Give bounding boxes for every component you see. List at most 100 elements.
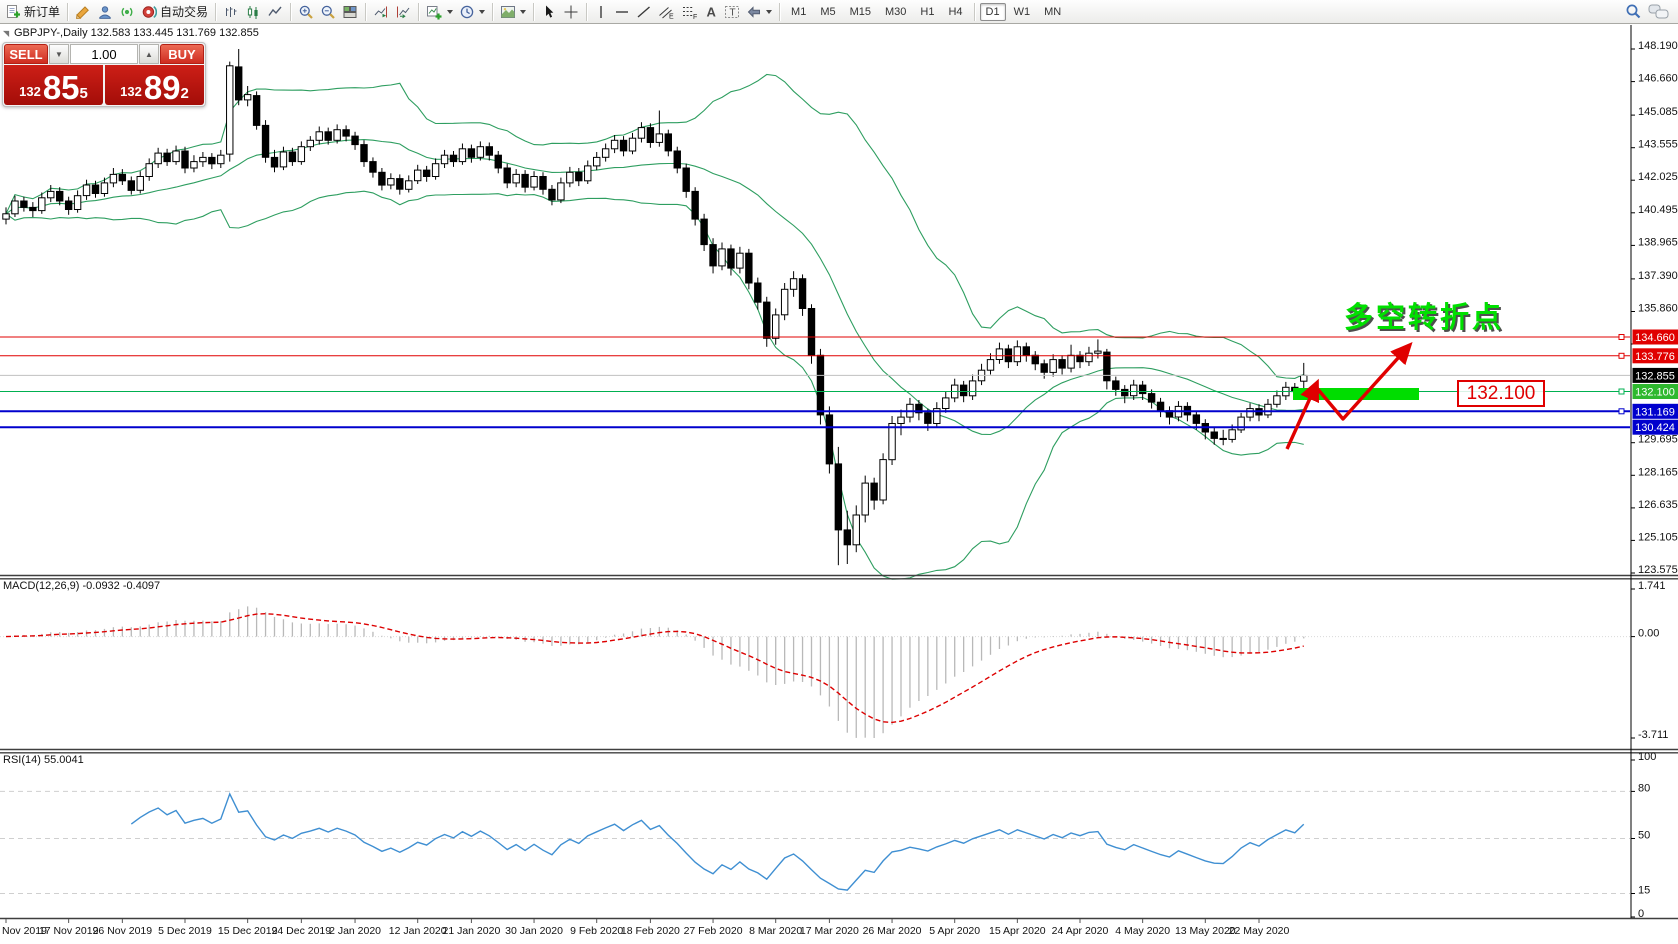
bar-chart-button[interactable] <box>220 3 242 21</box>
cursor-button[interactable] <box>538 3 560 21</box>
svg-text:134.660: 134.660 <box>1635 332 1675 344</box>
shift-chart-button[interactable] <box>392 3 414 21</box>
buy-price-big: 89 <box>144 73 181 103</box>
date-label: 15 Apr 2020 <box>989 925 1046 937</box>
hline-handle[interactable] <box>1619 353 1624 358</box>
timeframe-button-m15[interactable]: M15 <box>844 3 877 21</box>
axis-tick-label: 143.555 <box>1638 139 1678 151</box>
text-icon: A <box>704 4 718 20</box>
timeframe-button-m5[interactable]: M5 <box>814 3 841 21</box>
autotrade-button[interactable]: 自动交易 <box>138 2 211 21</box>
axis-tick-label: 137.390 <box>1638 270 1678 282</box>
profile-button[interactable] <box>94 3 116 21</box>
timeframe-button-w1[interactable]: W1 <box>1008 3 1037 21</box>
axis-tick-label: -3.711 <box>1638 729 1668 741</box>
toolbar-separator <box>67 3 68 21</box>
axis-tick-label: 15 <box>1638 885 1650 897</box>
shift-chart-icon <box>395 4 411 20</box>
axis-tick-label: 126.635 <box>1638 499 1678 511</box>
timeframe-button-mn[interactable]: MN <box>1038 3 1067 21</box>
rsi-line <box>131 794 1303 890</box>
axis-tick-label: 0 <box>1638 908 1644 920</box>
price-label-132.855: 132.855 <box>1633 368 1678 383</box>
axis-tick-label: 135.860 <box>1638 303 1678 315</box>
label-button[interactable]: T <box>721 3 743 21</box>
search-icon[interactable] <box>1625 3 1642 20</box>
bollinger-bands <box>6 75 1304 580</box>
sell-button[interactable]: SELL <box>4 44 48 64</box>
axis-tick-label: 146.660 <box>1638 73 1678 85</box>
hline-handle[interactable] <box>1619 409 1624 414</box>
vline-icon <box>594 4 608 20</box>
shapes-button[interactable] <box>743 3 775 21</box>
timeframe-button-m1[interactable]: M1 <box>785 3 812 21</box>
date-label: 13 May 2020 <box>1175 925 1236 937</box>
zoom-out-button[interactable] <box>317 3 339 21</box>
volume-input[interactable]: 1.00 <box>70 44 138 64</box>
timeframe-button-d1[interactable]: D1 <box>980 3 1006 21</box>
volume-decrease-button[interactable]: ▼ <box>49 44 69 64</box>
community-chat-icon[interactable] <box>1648 3 1670 20</box>
svg-text:132.100: 132.100 <box>1635 387 1675 399</box>
channel-button[interactable]: E <box>655 3 678 21</box>
chevron-down-icon <box>447 10 453 14</box>
axis-tick-label: 145.085 <box>1638 106 1678 118</box>
hline-icon <box>614 4 630 20</box>
hline-handle[interactable] <box>1619 335 1624 340</box>
chart-canvas[interactable]: 148.190146.660145.085143.555142.025140.4… <box>0 0 1678 944</box>
toolbar-separator <box>418 3 419 21</box>
line-chart-button[interactable] <box>264 3 286 21</box>
crosshair-button[interactable] <box>560 3 582 21</box>
crayon-button[interactable] <box>72 3 94 21</box>
periods-button[interactable] <box>456 3 488 21</box>
templates-button[interactable] <box>497 3 529 21</box>
text-button[interactable]: A <box>701 3 721 21</box>
svg-text:131.169: 131.169 <box>1635 406 1675 418</box>
hline-button[interactable] <box>611 3 633 21</box>
fibonacci-button[interactable]: F <box>678 3 701 21</box>
price-tag-132100[interactable]: 132.100 <box>1457 380 1545 407</box>
candlestick-button[interactable] <box>242 3 264 21</box>
add-indicator-button[interactable] <box>423 3 456 21</box>
line-chart-icon <box>267 4 283 20</box>
buy-price-pip: 2 <box>181 85 189 102</box>
chevron-down-icon <box>766 10 772 14</box>
svg-text:F: F <box>693 14 697 20</box>
tile-windows-icon <box>342 4 358 20</box>
date-label: 24 Apr 2020 <box>1052 925 1109 937</box>
vline-button[interactable] <box>591 3 611 21</box>
rsi-label: RSI(14) 55.0041 <box>3 754 84 766</box>
buy-price[interactable]: 132892 <box>105 65 204 105</box>
sell-price[interactable]: 132855 <box>4 65 103 105</box>
profile-cloud-icon <box>97 4 113 20</box>
axis-tick-label: 100 <box>1638 751 1656 763</box>
macd-label: MACD(12,26,9) -0.0932 -0.4097 <box>3 580 160 592</box>
buy-price-figure: 132 <box>120 84 142 99</box>
hline-handle[interactable] <box>1619 389 1624 394</box>
timeframe-button-h1[interactable]: H1 <box>914 3 940 21</box>
signal-button[interactable] <box>116 3 138 21</box>
tile-windows-button[interactable] <box>339 3 361 21</box>
trendline-icon <box>636 4 652 20</box>
date-label: 9 Feb 2020 <box>570 925 623 937</box>
chevron-down-icon: ▼ <box>55 50 63 59</box>
toolbar-separator <box>586 3 587 21</box>
zoom-in-button[interactable] <box>295 3 317 21</box>
trendline-button[interactable] <box>633 3 655 21</box>
buy-button[interactable]: BUY <box>160 44 204 64</box>
chevron-up-icon: ▲ <box>145 50 153 59</box>
timeframe-button-m30[interactable]: M30 <box>879 3 912 21</box>
timeframe-button-h4[interactable]: H4 <box>942 3 968 21</box>
new-order-button[interactable]: 新订单 <box>2 2 63 21</box>
axis-tick-label: 138.965 <box>1638 236 1678 248</box>
volume-increase-button[interactable]: ▲ <box>139 44 159 64</box>
rsi-value: 55.0041 <box>44 754 84 766</box>
date-label: 5 Dec 2019 <box>158 925 212 937</box>
scroll-to-end-button[interactable] <box>370 3 392 21</box>
svg-text:132.855: 132.855 <box>1635 370 1675 382</box>
macd-signal-line <box>6 614 1304 723</box>
turning-point-annotation[interactable]: 多空转折点 <box>1344 294 1504 336</box>
label-icon: T <box>724 4 740 20</box>
candlestick-icon <box>245 4 261 20</box>
toolbar-separator <box>492 3 493 21</box>
